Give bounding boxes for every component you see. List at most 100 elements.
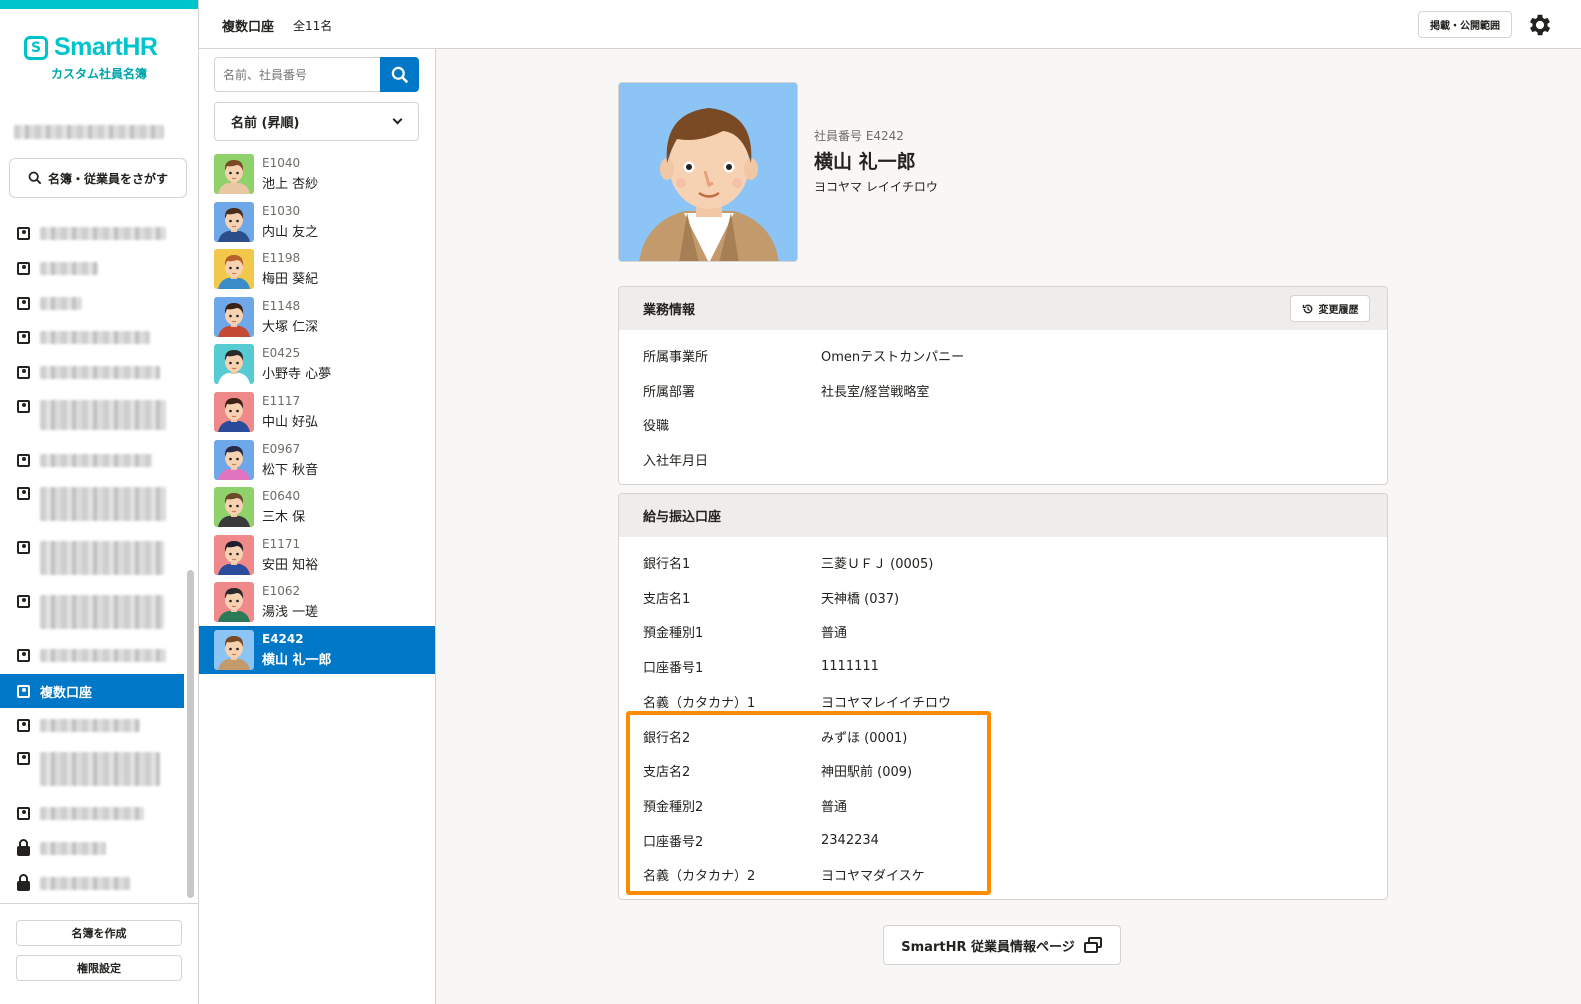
- field-value: 社長室/経営戦略室: [821, 384, 930, 400]
- roster-item-active[interactable]: 複数口座: [0, 674, 184, 708]
- roster-icon: [17, 365, 30, 379]
- employee-name: 横山 礼一郎: [814, 151, 916, 173]
- smarthr-logo-mark: S: [24, 35, 48, 60]
- field-label: 銀行名1: [643, 557, 691, 572]
- roster-icon: [17, 541, 30, 554]
- employee-list-id: E1198: [262, 251, 301, 266]
- info-row: 所属部署 社長室/経営戦略室: [619, 373, 1387, 408]
- employee-list-id: E0640: [262, 489, 301, 504]
- publish-scope-button[interactable]: 掲載・公開範囲: [1418, 11, 1512, 38]
- field-label: 預金種別1: [643, 626, 704, 642]
- roster-icon: [17, 752, 30, 765]
- roster-item[interactable]: [0, 226, 184, 240]
- roster-item[interactable]: [0, 400, 184, 434]
- employee-list-item[interactable]: E1040 池上 杏紗: [199, 150, 435, 198]
- roster-icon: [17, 487, 30, 500]
- employee-list: E1040 池上 杏紗 E1030 内山 友之 E1198 梅田 葵紀 E1148 大塚 仁深…: [199, 150, 435, 674]
- roster-item[interactable]: [0, 806, 184, 820]
- avatar: [214, 487, 254, 528]
- employee-list-panel: 名前 (昇順) E1040池上 杏紗E1030内山 友之E1198梅田 葵紀E1…: [199, 49, 436, 1004]
- chevron-down-icon: [392, 114, 403, 125]
- employee-list-name: 小野寺 心夢: [262, 367, 332, 383]
- lock-icon: [17, 838, 30, 856]
- bank-account-header: 給与振込口座: [619, 494, 1387, 537]
- field-value: ヨコヤマレイイチロウ: [821, 695, 952, 711]
- employee-list-item[interactable]: E0967 松下 秋音: [199, 436, 435, 484]
- roster-item[interactable]: [0, 261, 184, 275]
- gear-icon[interactable]: [1526, 11, 1554, 39]
- employee-list-name: 池上 杏紗: [262, 177, 319, 192]
- roster-item[interactable]: [0, 595, 184, 631]
- roster-item[interactable]: [0, 648, 184, 662]
- field-value: 普通: [821, 626, 848, 642]
- permission-settings-button[interactable]: 権限設定: [16, 955, 182, 981]
- employee-list-item[interactable]: E1171 安田 知裕: [199, 531, 435, 579]
- employee-list-id: E1040: [262, 156, 301, 170]
- roster-item[interactable]: [0, 752, 184, 788]
- avatar: [214, 534, 254, 575]
- employee-list-item[interactable]: E1198 梅田 葵紀: [199, 245, 435, 293]
- sort-select-value: 名前 (昇順): [231, 116, 300, 131]
- search-button[interactable]: [380, 57, 419, 92]
- avatar: [214, 154, 254, 194]
- employee-list-item[interactable]: E1148 大塚 仁深: [199, 293, 435, 341]
- roster-nav: 複数口座: [0, 210, 184, 900]
- roster-item[interactable]: [0, 453, 184, 467]
- employee-list-name: 安田 知裕: [262, 557, 319, 573]
- roster-item-locked[interactable]: [0, 873, 184, 891]
- page-header: 複数口座 全11名 掲載・公開範囲: [199, 0, 1581, 49]
- roster-item[interactable]: [0, 487, 184, 523]
- roster-item[interactable]: [0, 330, 184, 344]
- employee-list-id: E4242: [262, 631, 304, 646]
- employee-list-item[interactable]: E0425 小野寺 心夢: [199, 340, 435, 388]
- field-label: 役職: [643, 419, 670, 435]
- change-history-button[interactable]: 変更履歴: [1290, 295, 1370, 322]
- avatar: [214, 582, 254, 623]
- field-value: 天神橋 (037): [821, 591, 900, 607]
- roster-icon: [17, 261, 30, 275]
- roster-icon: [17, 453, 30, 467]
- avatar: [214, 629, 254, 670]
- change-history-label: 変更履歴: [1318, 305, 1359, 316]
- employee-search-input[interactable]: [214, 57, 381, 92]
- roster-icon: [17, 718, 30, 732]
- info-row: 支店名1 天神橋 (037): [619, 580, 1387, 615]
- field-label: 口座番号1: [643, 661, 704, 677]
- history-icon: [1302, 304, 1312, 313]
- search-icon: [28, 171, 42, 185]
- employee-list-item[interactable]: E4242 横山 礼一郎: [199, 625, 435, 674]
- create-roster-button[interactable]: 名簿を作成: [16, 920, 182, 946]
- employee-list-item[interactable]: E1062 湯浅 一瑳: [199, 578, 435, 626]
- info-row: 所属事業所 Omenテストカンパニー: [619, 338, 1387, 373]
- sidebar-scrollbar[interactable]: [187, 570, 194, 898]
- employee-list-name: 湯浅 一瑳: [262, 605, 319, 621]
- roster-item[interactable]: [0, 365, 184, 379]
- roster-item[interactable]: [0, 296, 184, 310]
- search-roster-label: 名簿・従業員をさがす: [47, 171, 168, 186]
- sort-select[interactable]: 名前 (昇順): [214, 102, 419, 141]
- avatar: [214, 201, 254, 242]
- employee-list-item[interactable]: E1030 内山 友之: [199, 198, 435, 246]
- smarthr-employee-page-label: SmartHR 従業員情報ページ: [901, 939, 1075, 955]
- field-label: 所属事業所: [643, 350, 709, 365]
- roster-item[interactable]: [0, 718, 184, 732]
- page-title: 複数口座: [222, 20, 275, 35]
- employee-list-id: E0425: [262, 346, 301, 361]
- search-roster-button[interactable]: 名簿・従業員をさがす: [9, 158, 187, 198]
- work-info-title: 業務情報: [643, 303, 696, 318]
- lock-icon: [17, 873, 30, 891]
- employee-list-item[interactable]: E0640 三木 保: [199, 483, 435, 531]
- roster-item-locked[interactable]: [0, 838, 184, 856]
- info-row: 入社年月日: [619, 442, 1387, 477]
- employee-list-id: E1117: [262, 393, 301, 408]
- smarthr-logo[interactable]: S SmartHR カスタム社員名簿: [24, 33, 176, 82]
- avatar: [214, 391, 254, 432]
- work-info-panel: 業務情報 変更履歴 所属事業所 Omenテストカンパニー 所属部署 社長室/経営戦略室…: [618, 286, 1388, 485]
- employee-name-kana: ヨコヤマ レイイチロウ: [814, 180, 938, 194]
- roster-item[interactable]: [0, 541, 184, 577]
- roster-icon: [17, 806, 30, 820]
- employee-list-id: E0967: [262, 441, 301, 456]
- employee-list-item[interactable]: E1117 中山 好弘: [199, 388, 435, 436]
- smarthr-employee-page-button[interactable]: SmartHR 従業員情報ページ: [883, 925, 1121, 965]
- avatar: [214, 344, 254, 385]
